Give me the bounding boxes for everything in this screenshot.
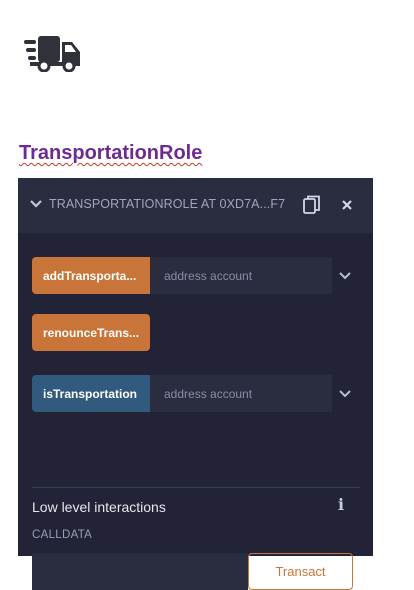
contract-panel: TRANSPORTATIONROLE AT 0XD7A...F7 addTran… xyxy=(18,178,373,590)
copy-icon[interactable] xyxy=(303,195,321,215)
calldata-input[interactable] xyxy=(32,553,248,590)
renounce-transporter-button[interactable]: renounceTrans... xyxy=(32,314,150,351)
truck-icon xyxy=(24,36,80,72)
is-transportation-address-input[interactable]: address account xyxy=(150,375,332,412)
chevron-down-icon[interactable] xyxy=(339,272,351,280)
info-icon[interactable]: i xyxy=(338,495,344,514)
low-level-title: Low level interactions xyxy=(32,499,166,515)
chevron-down-icon[interactable] xyxy=(339,390,351,398)
contract-title: TransportationRole xyxy=(19,142,203,164)
chevron-down-icon[interactable] xyxy=(30,199,42,209)
add-transporter-address-input[interactable]: address account xyxy=(150,257,332,294)
function-list: addTransporta... address account renounc… xyxy=(18,233,373,590)
add-transporter-button[interactable]: addTransporta... xyxy=(32,257,150,294)
is-transportation-button[interactable]: isTransportation xyxy=(32,375,150,412)
close-icon[interactable] xyxy=(341,199,353,211)
contract-address-title: TRANSPORTATIONROLE AT 0XD7A...F7 xyxy=(49,197,286,211)
transact-button[interactable]: Transact xyxy=(248,553,353,590)
calldata-label: CALLDATA xyxy=(32,529,93,541)
section-divider xyxy=(32,487,360,488)
contract-header[interactable]: TRANSPORTATIONROLE AT 0XD7A...F7 xyxy=(18,178,373,233)
